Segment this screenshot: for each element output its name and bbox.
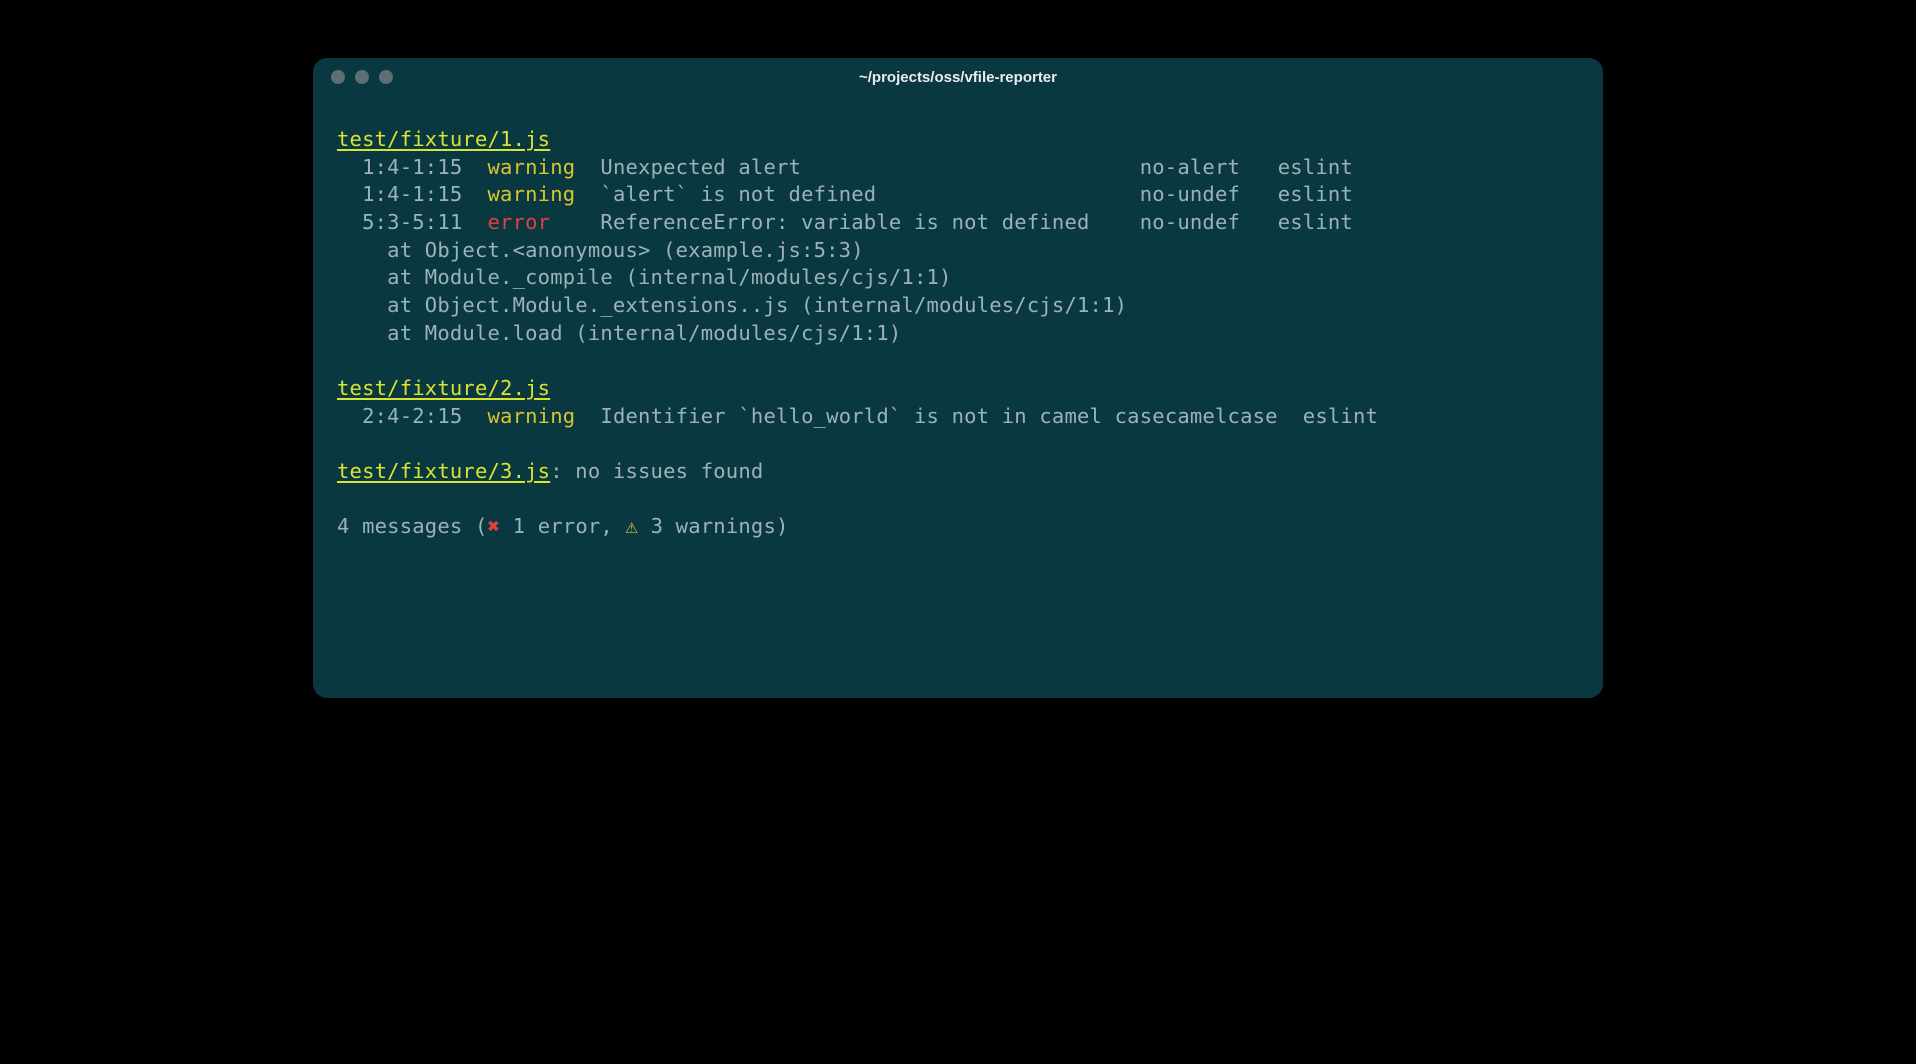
- stack-trace-line: at Module.load (internal/modules/cjs/1:1…: [387, 321, 901, 345]
- terminal-output: test/fixture/1.js 1:4-1:15 warning Unexp…: [313, 96, 1603, 565]
- message-location: 1:4-1:15: [362, 182, 487, 206]
- message-reason: Identifier `hello_world` is not in camel…: [600, 404, 1164, 428]
- file-path: test/fixture/1.js: [337, 127, 550, 151]
- message-reason: Unexpected alert: [600, 155, 1139, 179]
- message-severity: error: [488, 210, 601, 234]
- message-rule-id: no-undef: [1140, 210, 1278, 234]
- titlebar: ~/projects/oss/vfile-reporter: [313, 58, 1603, 96]
- warning-mark-icon: ⚠: [625, 514, 638, 538]
- no-issues-text: : no issues found: [550, 459, 763, 483]
- window-title: ~/projects/oss/vfile-reporter: [313, 69, 1603, 86]
- message-severity: warning: [488, 182, 601, 206]
- terminal-window: ~/projects/oss/vfile-reporter test/fixtu…: [313, 58, 1603, 698]
- stack-trace-line: at Object.Module._extensions..js (intern…: [387, 293, 1127, 317]
- message-source: eslint: [1278, 155, 1353, 179]
- message-source: eslint: [1303, 404, 1378, 428]
- message-rule-id: camelcase: [1165, 404, 1303, 428]
- summary-warning-text: 3 warnings): [638, 514, 789, 538]
- traffic-lights: [331, 70, 393, 84]
- stack-trace-line: at Module._compile (internal/modules/cjs…: [387, 265, 951, 289]
- summary-line: 4 messages (✖ 1 error, ⚠ 3 warnings): [337, 514, 789, 538]
- message-severity: warning: [488, 155, 601, 179]
- stack-trace-line: at Object.<anonymous> (example.js:5:3): [387, 238, 864, 262]
- message-source: eslint: [1278, 182, 1353, 206]
- message-severity: warning: [488, 404, 601, 428]
- message-reason: `alert` is not defined: [600, 182, 1139, 206]
- message-rule-id: no-alert: [1140, 155, 1278, 179]
- message-location: 2:4-2:15: [362, 404, 487, 428]
- message-rule-id: no-undef: [1140, 182, 1278, 206]
- message-reason: ReferenceError: variable is not defined: [600, 210, 1139, 234]
- message-source: eslint: [1278, 210, 1353, 234]
- summary-prefix: 4 messages (: [337, 514, 488, 538]
- file-path: test/fixture/2.js: [337, 376, 550, 400]
- error-mark-icon: ✖: [488, 514, 501, 538]
- file-path: test/fixture/3.js: [337, 459, 550, 483]
- close-button[interactable]: [331, 70, 345, 84]
- message-location: 5:3-5:11: [362, 210, 487, 234]
- maximize-button[interactable]: [379, 70, 393, 84]
- message-location: 1:4-1:15: [362, 155, 487, 179]
- summary-error-text: 1 error,: [500, 514, 625, 538]
- minimize-button[interactable]: [355, 70, 369, 84]
